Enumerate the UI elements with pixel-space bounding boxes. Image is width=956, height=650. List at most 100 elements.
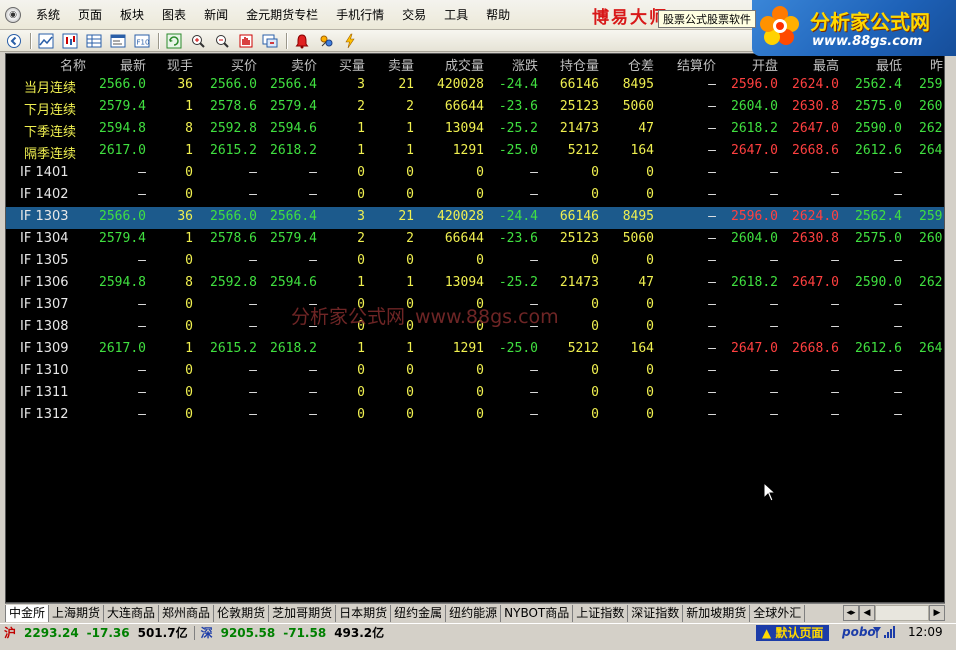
table-row[interactable]: IF 1303 2566.0 36 2566.0 2566.4 3 21 420028 -24.…	[6, 207, 944, 229]
cell-vol: 8	[185, 121, 193, 136]
cell-open: —	[770, 363, 778, 378]
cell-bidvol: 2	[357, 99, 365, 114]
indicator-icon[interactable]	[316, 32, 336, 50]
cell-change: -24.4	[498, 77, 538, 92]
window-cycle-icon[interactable]	[260, 32, 280, 50]
market-tab[interactable]: 芝加哥期货	[269, 604, 337, 622]
cell-name: IF 1305	[20, 253, 69, 268]
market-tab[interactable]: 大连商品	[104, 604, 160, 622]
cell-askvol: 21	[398, 209, 414, 224]
market-tab[interactable]: 日本期货	[336, 604, 392, 622]
menu-item[interactable]: 新闻	[195, 5, 237, 25]
menu-item[interactable]: 交易	[393, 5, 435, 25]
quote-table[interactable]: 名称 最新 现手 买价 卖价 买量 卖量 成交量 涨跌 持仓量 仓差 结算价 开盘 最高 最低 昨收 当月连续…	[5, 53, 945, 603]
column-header[interactable]: 开盘	[752, 55, 778, 74]
table-row[interactable]: 当月连续 2566.0 36 2566.0 2566.4 3 21 420028 -24.4 66…	[6, 75, 944, 97]
column-header[interactable]: 卖价	[291, 55, 317, 74]
mouse-cursor-icon	[763, 482, 777, 502]
table-row[interactable]: 下季连续 2594.8 8 2592.8 2594.6 1 1 13094 -25.2 21473…	[6, 119, 944, 141]
quote-window-icon[interactable]	[108, 32, 128, 50]
cell-name: IF 1402	[20, 187, 69, 202]
column-header[interactable]: 最低	[876, 55, 902, 74]
column-header[interactable]: 买量	[339, 55, 365, 74]
cell-open: —	[770, 165, 778, 180]
column-header[interactable]: 最高	[813, 55, 839, 74]
table-row[interactable]: IF 1311 — 0 — — 0 0 0 — 0 0 — — — —	[6, 383, 944, 405]
menu-item[interactable]: 图表	[153, 5, 195, 25]
market-tab[interactable]: 上海期货	[49, 604, 105, 622]
menu-item[interactable]: 金元期货专栏	[237, 5, 327, 25]
zoom-out-icon[interactable]	[212, 32, 232, 50]
tab-scroll-left-icon[interactable]: ◀	[859, 605, 875, 621]
system-menu-icon[interactable]: ◉	[5, 6, 21, 23]
alarm-icon[interactable]	[292, 32, 312, 50]
tab-scrollbar[interactable]	[875, 605, 929, 621]
hand-icon[interactable]	[236, 32, 256, 50]
cell-oi_chg: 0	[646, 385, 654, 400]
line-chart-icon[interactable]	[36, 32, 56, 50]
menu-item[interactable]: 工具	[435, 5, 477, 25]
cell-latest: 2617.0	[99, 143, 146, 158]
column-header[interactable]: 昨收	[930, 55, 944, 74]
cell-open: 2618.2	[731, 121, 778, 136]
market-tab[interactable]: 伦敦期货	[214, 604, 270, 622]
cell-settle: —	[708, 297, 716, 312]
watermark-text: 分析家公式网	[291, 306, 406, 328]
market-tab[interactable]: 郑州商品	[159, 604, 215, 622]
candlestick-icon[interactable]	[60, 32, 80, 50]
column-header[interactable]: 持仓量	[560, 55, 599, 74]
column-header[interactable]: 结算价	[677, 55, 716, 74]
cell-ask: 2579.4	[270, 231, 317, 246]
menu-item[interactable]: 页面	[69, 5, 111, 25]
table-row[interactable]: IF 1306 2594.8 8 2592.8 2594.6 1 1 13094 -25.2 21…	[6, 273, 944, 295]
column-header[interactable]: 买价	[231, 55, 257, 74]
table-row[interactable]: IF 1312 — 0 — — 0 0 0 — 0 0 — — — —	[6, 405, 944, 427]
column-header[interactable]: 仓差	[628, 55, 654, 74]
cell-low: —	[894, 253, 902, 268]
market-tab[interactable]: 中金所	[5, 604, 50, 622]
cell-low: 2612.6	[855, 341, 902, 356]
f10-icon[interactable]: F10	[132, 32, 152, 50]
site-logo: 分析家公式网 www.88gs.com	[752, 0, 956, 56]
market-tab[interactable]: 全球外汇	[750, 604, 806, 622]
tab-scroll-menu-icon[interactable]: ◂▸	[843, 605, 859, 621]
column-header[interactable]: 涨跌	[512, 55, 538, 74]
table-row[interactable]: IF 1309 2617.0 1 2615.2 2618.2 1 1 1291 -25.0 521…	[6, 339, 944, 361]
column-header[interactable]: 名称	[60, 55, 86, 74]
market-tab[interactable]: 纽约金属	[391, 604, 447, 622]
column-header[interactable]: 现手	[167, 55, 193, 74]
tab-scroll-right-icon[interactable]: ▶	[929, 605, 945, 621]
table-row[interactable]: IF 1401 — 0 — — 0 0 0 — 0 0 — — — —	[6, 163, 944, 185]
market-tab[interactable]: 上证指数	[573, 604, 629, 622]
menu-item[interactable]: 系统	[27, 5, 69, 25]
market-tab[interactable]: 新加坡期货	[683, 604, 751, 622]
cell-volume: 0	[476, 363, 484, 378]
table-row[interactable]: 隔季连续 2617.0 1 2615.2 2618.2 1 1 1291 -25.0 5212 16…	[6, 141, 944, 163]
market-tab[interactable]: 深证指数	[628, 604, 684, 622]
menu-item[interactable]: 手机行情	[327, 5, 393, 25]
table-icon[interactable]	[84, 32, 104, 50]
column-header[interactable]: 最新	[120, 55, 146, 74]
column-header[interactable]: 卖量	[388, 55, 414, 74]
zoom-in-icon[interactable]	[188, 32, 208, 50]
table-row[interactable]: IF 1310 — 0 — — 0 0 0 — 0 0 — — — —	[6, 361, 944, 383]
table-row[interactable]: 下月连续 2579.4 1 2578.6 2579.4 2 2 66644 -23.6 25123…	[6, 97, 944, 119]
market-tab[interactable]: NYBOT商品	[501, 604, 574, 622]
cell-latest: 2594.8	[99, 275, 146, 290]
table-row[interactable]: IF 1304 2579.4 1 2578.6 2579.4 2 2 66644 -23.6 25…	[6, 229, 944, 251]
market-tab[interactable]: 纽约能源	[446, 604, 502, 622]
cell-change: -25.0	[498, 143, 538, 158]
sh-label: 沪	[4, 625, 17, 640]
default-page-button[interactable]: ▲ 默认页面	[756, 625, 830, 641]
lightning-icon[interactable]	[340, 32, 360, 50]
table-row[interactable]: IF 1305 — 0 — — 0 0 0 — 0 0 — — — —	[6, 251, 944, 273]
cell-high: 2668.6	[792, 341, 839, 356]
cell-prev: 262	[919, 275, 943, 290]
menu-item[interactable]: 帮助	[477, 5, 519, 25]
menu-item[interactable]: 板块	[111, 5, 153, 25]
refresh-icon[interactable]	[164, 32, 184, 50]
back-icon[interactable]	[4, 32, 24, 50]
table-row[interactable]: IF 1402 — 0 — — 0 0 0 — 0 0 — — — —	[6, 185, 944, 207]
cell-askvol: 1	[406, 143, 414, 158]
column-header[interactable]: 成交量	[445, 55, 484, 74]
